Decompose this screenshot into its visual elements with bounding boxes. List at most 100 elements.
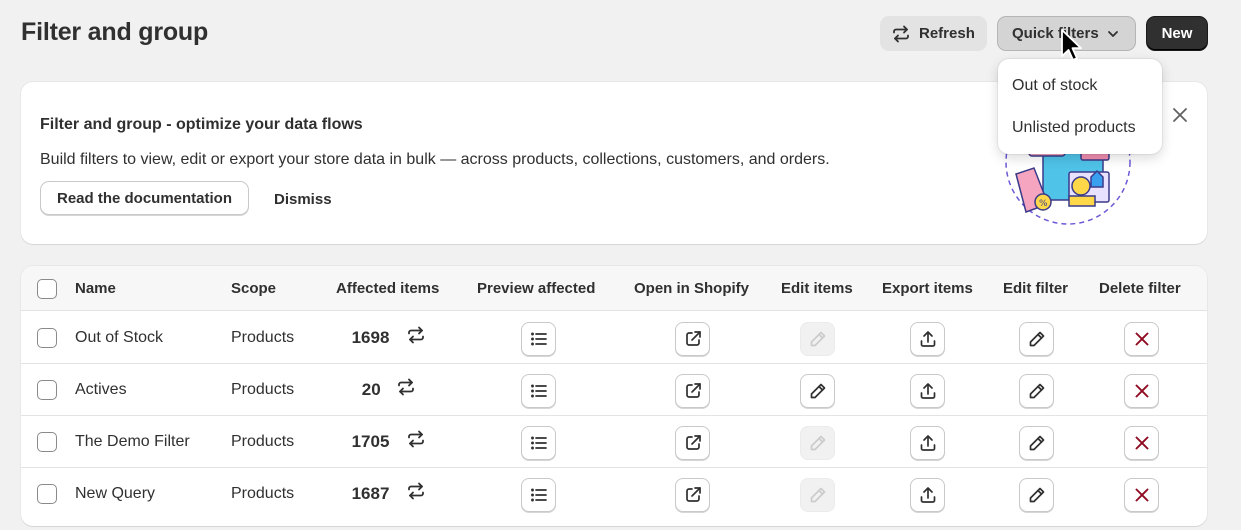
pencil-icon [810,331,825,347]
chevron-down-icon [1107,30,1118,37]
new-button[interactable]: New [1146,16,1208,51]
export-items-button[interactable] [910,426,945,460]
list-icon [530,332,547,346]
list-icon [530,384,547,398]
row-affected-count: 1698 [351,328,390,347]
column-header-edit-items[interactable]: Edit items [781,280,853,297]
pencil-icon [1029,487,1044,503]
edit-items-button[interactable] [800,374,835,408]
table-row: Out of Stock Products 1698 [21,312,1207,364]
delete-filter-button[interactable] [1124,478,1159,512]
filters-table: Name Scope Affected items Preview affect… [21,266,1207,526]
banner-description: Build filters to view, edit or export yo… [40,151,830,168]
list-icon [530,488,547,502]
page-title: Filter and group [21,18,209,46]
row-name[interactable]: The Demo Filter [75,433,190,451]
edit-items-button[interactable] [800,426,835,460]
preview-affected-button[interactable] [521,478,556,512]
pencil-icon [1029,331,1044,347]
refresh-label: Refresh [919,25,975,42]
external-link-icon [685,383,701,398]
table-row: Actives Products 20 [21,364,1207,416]
column-header-open[interactable]: Open in Shopify [634,280,749,297]
column-header-delete[interactable]: Delete filter [1099,280,1181,297]
pencil-icon [1029,435,1044,451]
read-documentation-button[interactable]: Read the documentation [40,181,249,215]
upload-icon [920,331,935,347]
delete-x-icon [1135,332,1148,346]
quick-filters-dropdown: Out of stock Unlisted products [998,59,1162,154]
refresh-button[interactable]: Refresh [880,16,987,51]
open-in-shopify-button[interactable] [675,322,710,356]
refresh-count-icon[interactable] [406,325,426,345]
edit-filter-button[interactable] [1019,374,1054,408]
row-affected-count: 1705 [351,432,390,451]
row-name[interactable]: Actives [75,381,127,399]
pencil-icon [810,383,825,399]
table-header: Name Scope Affected items Preview affect… [21,266,1207,311]
edit-filter-button[interactable] [1019,322,1054,356]
table-row: New Query Products 1687 [21,468,1207,520]
row-scope: Products [231,433,295,450]
delete-filter-button[interactable] [1124,322,1159,356]
column-header-name[interactable]: Name [75,280,116,297]
upload-icon [920,487,935,503]
refresh-count-icon[interactable] [406,429,426,449]
row-scope: Products [231,485,295,502]
list-icon [530,436,547,450]
edit-filter-button[interactable] [1019,478,1054,512]
banner-title: Filter and group - optimize your data fl… [40,116,363,133]
delete-filter-button[interactable] [1124,426,1159,460]
preview-affected-button[interactable] [521,322,556,356]
close-icon[interactable] [1171,106,1189,124]
row-checkbox[interactable] [37,484,57,504]
row-scope: Products [231,381,295,398]
open-in-shopify-button[interactable] [675,478,710,512]
dropdown-item-unlisted-products[interactable]: Unlisted products [1012,119,1136,137]
row-checkbox[interactable] [37,380,57,400]
delete-x-icon [1135,488,1148,502]
export-items-button[interactable] [910,374,945,408]
row-affected-count: 20 [361,380,381,399]
column-header-affected[interactable]: Affected items [336,280,439,297]
dismiss-button[interactable]: Dismiss [274,191,332,208]
quick-filters-label: Quick filters [1012,25,1099,42]
pencil-icon [810,487,825,503]
row-checkbox[interactable] [37,328,57,348]
pencil-icon [810,435,825,451]
refresh-count-icon[interactable] [406,481,426,501]
export-items-button[interactable] [910,478,945,512]
pencil-icon [1029,383,1044,399]
open-in-shopify-button[interactable] [675,374,710,408]
row-name[interactable]: New Query [75,485,155,503]
delete-x-icon [1135,384,1148,398]
table-row: The Demo Filter Products 1705 [21,416,1207,468]
row-affected-count: 1687 [351,484,390,503]
row-name[interactable]: Out of Stock [75,329,163,347]
open-in-shopify-button[interactable] [675,426,710,460]
select-all-checkbox[interactable] [37,279,57,299]
column-header-edit-filter[interactable]: Edit filter [1003,280,1068,297]
cursor-icon [1061,29,1082,61]
row-checkbox[interactable] [37,432,57,452]
preview-affected-button[interactable] [521,374,556,408]
refresh-count-icon[interactable] [396,377,416,397]
delete-filter-button[interactable] [1124,374,1159,408]
upload-icon [920,435,935,451]
export-items-button[interactable] [910,322,945,356]
refresh-icon [893,25,909,42]
edit-filter-button[interactable] [1019,426,1054,460]
upload-icon [920,383,935,399]
column-header-scope[interactable]: Scope [231,280,276,297]
external-link-icon [685,487,701,502]
dropdown-item-out-of-stock[interactable]: Out of stock [1012,77,1097,95]
external-link-icon [685,435,701,450]
edit-items-button[interactable] [800,478,835,512]
column-header-preview[interactable]: Preview affected [477,280,595,297]
row-scope: Products [231,329,295,346]
edit-items-button[interactable] [800,322,835,356]
delete-x-icon [1135,436,1148,450]
preview-affected-button[interactable] [521,426,556,460]
column-header-export[interactable]: Export items [882,280,973,297]
svg-text:%: % [1039,199,1048,209]
